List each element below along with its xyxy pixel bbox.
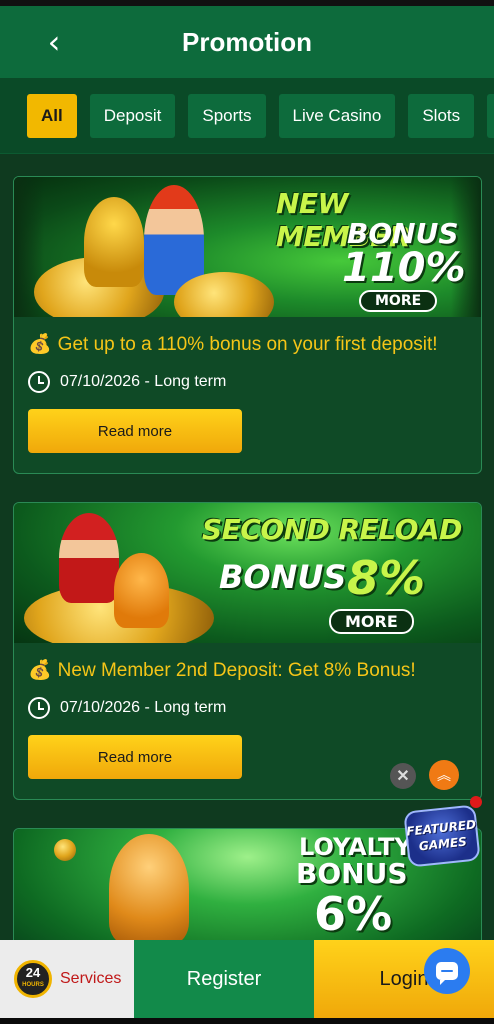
promotion-description: 💰 Get up to a 110% bonus on your first de… xyxy=(28,329,467,361)
banner-subheadline: BONUS xyxy=(296,857,408,890)
banner-more-badge: MORE xyxy=(329,609,414,634)
bottom-strip xyxy=(0,1018,494,1024)
live-chat-button[interactable] xyxy=(424,948,470,994)
register-button[interactable]: Register xyxy=(134,940,314,1018)
notification-dot xyxy=(470,796,482,808)
gold-coins-image xyxy=(54,839,76,861)
tab-all[interactable]: All xyxy=(27,93,77,138)
24-hours-icon: 24 HOURS xyxy=(14,960,52,998)
promotion-date: 07/10/2026 - Long term xyxy=(28,371,467,393)
promotion-banner[interactable]: NEW MEMBER BONUS 110% MORE xyxy=(14,177,481,317)
chevron-left-icon: ‹ xyxy=(47,23,61,61)
promotion-description-text: New Member 2nd Deposit: Get 8% Bonus! xyxy=(57,660,416,681)
clock-number: 24 xyxy=(25,965,41,980)
featured-games-badge: FEATURED GAMES xyxy=(403,804,481,868)
tab-more[interactable] xyxy=(487,93,494,138)
clock-icon xyxy=(28,697,50,719)
promotion-banner[interactable]: SECOND RELOAD BONUS 8% MORE xyxy=(14,503,481,643)
banner-headline: SECOND RELOAD xyxy=(202,513,462,546)
bottom-action-bar: 24 HOURS Services Register Login xyxy=(0,940,494,1018)
scroll-top-button[interactable]: ︽ xyxy=(429,760,459,790)
promotion-date: 07/10/2026 - Long term xyxy=(28,697,467,719)
clock-sub: HOURS xyxy=(22,982,44,988)
featured-games-button[interactable]: FEATURED GAMES xyxy=(402,796,482,872)
tab-deposit[interactable]: Deposit xyxy=(89,93,176,138)
close-float-button[interactable]: ✕ xyxy=(390,763,416,789)
tab-slots[interactable]: Slots xyxy=(408,93,475,138)
banner-percentage: 110% xyxy=(342,245,466,291)
promotion-description-text: Get up to a 110% bonus on your first dep… xyxy=(57,334,438,355)
tab-sports[interactable]: Sports xyxy=(188,93,266,138)
promotion-card: SECOND RELOAD BONUS 8% MORE 💰 New Member … xyxy=(13,502,482,800)
banner-percentage: 8% xyxy=(347,551,426,605)
tiger-image xyxy=(109,834,189,944)
promotion-date-text: 07/10/2026 - Long term xyxy=(60,373,227,390)
category-tabs: All Deposit Sports Live Casino Slots xyxy=(0,78,494,154)
double-chevron-up-icon: ︽ xyxy=(437,767,451,783)
banner-subheadline: BONUS xyxy=(219,558,347,596)
close-icon: ✕ xyxy=(396,768,410,785)
services-button[interactable]: 24 HOURS Services xyxy=(0,940,134,1018)
games-label: GAMES xyxy=(418,834,468,854)
promotion-card: NEW MEMBER BONUS 110% MORE 💰 Get up to a … xyxy=(13,176,482,474)
money-bag-icon: 💰 xyxy=(28,660,52,681)
tiger-image xyxy=(114,553,169,628)
page-title: Promotion xyxy=(182,26,312,57)
header: ‹ Promotion xyxy=(0,6,494,78)
money-bag-icon: 💰 xyxy=(28,334,52,355)
services-label: Services xyxy=(60,970,122,987)
banner-percentage: 6% xyxy=(314,887,393,941)
promotion-date-text: 07/10/2026 - Long term xyxy=(60,699,227,716)
read-more-button[interactable]: Read more xyxy=(28,735,242,779)
promotion-description: 💰 New Member 2nd Deposit: Get 8% Bonus! xyxy=(28,655,467,687)
dragon-image xyxy=(84,197,144,287)
read-more-button[interactable]: Read more xyxy=(28,409,242,453)
banner-more-badge: MORE xyxy=(359,290,438,312)
character-image xyxy=(59,513,119,603)
tab-live-casino[interactable]: Live Casino xyxy=(278,93,396,138)
back-button[interactable]: ‹ xyxy=(36,23,72,61)
clock-icon xyxy=(28,371,50,393)
chat-icon xyxy=(436,962,458,985)
